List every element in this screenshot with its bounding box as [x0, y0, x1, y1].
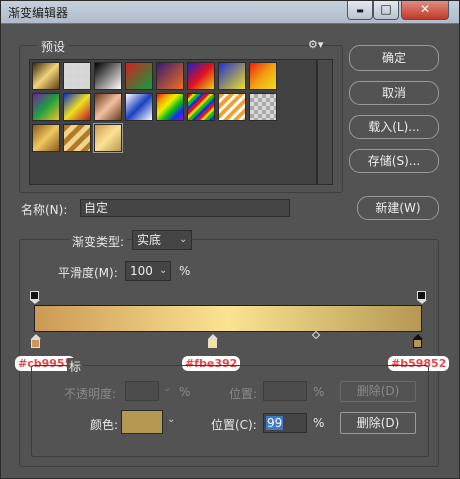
opacity-stop-right[interactable]: [417, 291, 426, 300]
close-icon: ✕: [419, 2, 431, 16]
name-label: 名称(N):: [21, 203, 68, 217]
color-position-percent: %: [313, 416, 325, 430]
opacity-percent: %: [179, 385, 191, 399]
color-position-input[interactable]: 99: [263, 413, 307, 433]
chevron-down-icon: ⌄: [159, 265, 168, 276]
preset-swatch[interactable]: [63, 62, 91, 90]
opacity-input: [125, 381, 159, 401]
preset-swatch[interactable]: [63, 124, 91, 152]
color-swatch[interactable]: [121, 410, 163, 434]
preset-swatch[interactable]: [94, 62, 122, 90]
opacity-stop-pointer: [30, 300, 40, 304]
minimize-icon: ▬: [356, 6, 364, 15]
smoothness-label: 平滑度(M):: [58, 266, 118, 280]
preset-swatch[interactable]: [187, 62, 215, 90]
preset-swatch[interactable]: [249, 93, 277, 121]
preset-swatch[interactable]: [156, 93, 184, 121]
maximize-button[interactable]: □: [373, 1, 399, 20]
gradient-type-label: 渐变类型:: [69, 233, 128, 250]
preset-swatch[interactable]: [156, 62, 184, 90]
presets-title: 预设: [37, 38, 70, 55]
opacity-label: 不透明度:: [64, 387, 117, 401]
preset-swatch[interactable]: [63, 93, 91, 121]
gear-icon[interactable]: ⚙▾: [308, 38, 323, 51]
preset-swatch[interactable]: [125, 62, 153, 90]
opacity-stop-left[interactable]: [30, 291, 39, 300]
preset-swatch[interactable]: [187, 93, 215, 121]
color-stop-left[interactable]: [31, 339, 40, 348]
gradient-type-select[interactable]: 实底 ⌄: [132, 230, 192, 250]
title-bar: 渐变编辑器 ▬ □ ✕: [1, 1, 459, 24]
preset-swatch[interactable]: [218, 93, 246, 121]
chevron-down-icon: ⌄: [163, 383, 172, 394]
presets-scrollbar[interactable]: [317, 59, 333, 185]
chevron-down-icon: ⌄: [179, 234, 188, 245]
preset-swatch[interactable]: [94, 93, 122, 121]
color-stop-right[interactable]: [413, 339, 422, 348]
new-button[interactable]: 新建(W): [357, 196, 439, 220]
save-button[interactable]: 存储(S)...: [349, 149, 439, 173]
smoothness-value: 100: [130, 264, 153, 278]
stops-group: [31, 365, 429, 457]
preset-swatch[interactable]: [249, 62, 277, 90]
cancel-button[interactable]: 取消: [349, 81, 439, 105]
color-position-label: 位置(C):: [211, 418, 257, 432]
smoothness-input[interactable]: 100 ⌄: [125, 261, 171, 281]
opacity-stop-pointer: [417, 300, 427, 304]
color-label: 颜色:: [90, 418, 119, 432]
window-title: 渐变编辑器: [8, 6, 69, 20]
opacity-position-percent: %: [313, 385, 325, 399]
gradient-type-value: 实底: [137, 233, 162, 247]
preset-swatch[interactable]: [32, 124, 60, 152]
preset-swatches: [29, 59, 317, 185]
color-delete-button[interactable]: 删除(D): [340, 412, 416, 434]
gradient-bar[interactable]: [34, 305, 422, 332]
preset-swatch[interactable]: [125, 93, 153, 121]
maximize-icon: □: [380, 2, 392, 16]
color-stop-middle[interactable]: [208, 339, 217, 348]
opacity-position-input: [263, 381, 307, 401]
ok-button[interactable]: 确定: [349, 45, 439, 71]
chevron-down-icon: ⌄: [167, 414, 176, 425]
gradient-editor-window: 渐变编辑器 ▬ □ ✕ 预设 ⚙▾ 确定 取消 载入(L)... 存储(S)..…: [0, 0, 460, 479]
color-position-value: 99: [266, 416, 284, 430]
close-button[interactable]: ✕: [401, 1, 449, 20]
preset-swatch[interactable]: [32, 93, 60, 121]
preset-swatch[interactable]: [32, 62, 60, 90]
stops-group-title: 标: [67, 358, 84, 375]
preset-swatch-selected[interactable]: [93, 123, 123, 153]
minimize-button[interactable]: ▬: [347, 1, 373, 20]
load-button[interactable]: 载入(L)...: [349, 115, 439, 139]
opacity-delete-button: 删除(D): [340, 381, 416, 402]
name-input[interactable]: 自定: [80, 199, 290, 217]
opacity-position-label: 位置:: [229, 387, 258, 401]
smoothness-percent: %: [179, 264, 191, 278]
preset-swatch[interactable]: [218, 62, 246, 90]
